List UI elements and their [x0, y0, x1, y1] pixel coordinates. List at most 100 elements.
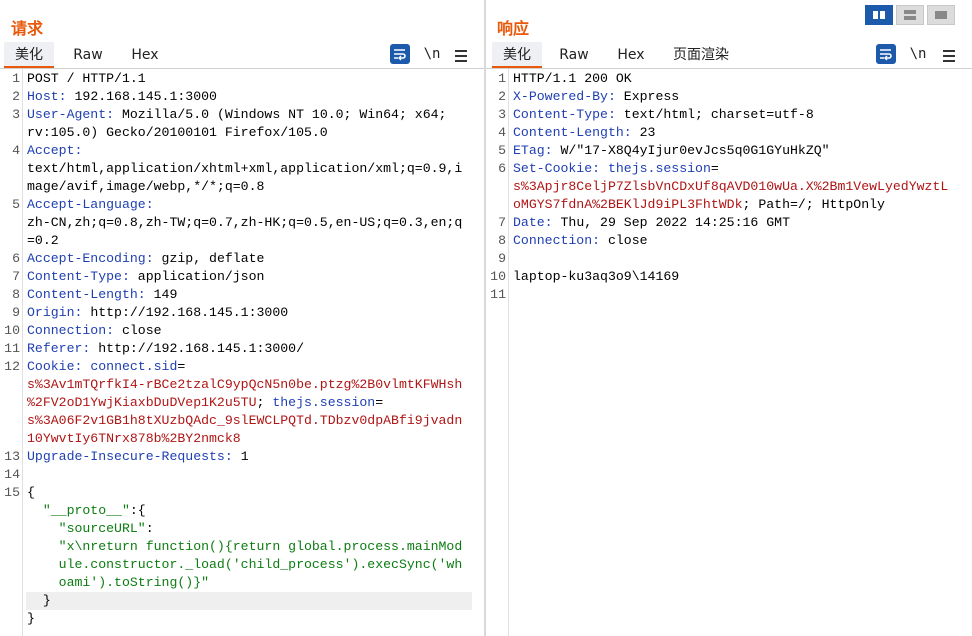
current-line-highlight: [26, 592, 472, 610]
tab-raw[interactable]: Raw: [550, 42, 598, 68]
line-content: Date: Thu, 29 Sep 2022 14:25:16 GMT: [513, 214, 790, 232]
tab-raw[interactable]: Raw: [64, 42, 112, 68]
header-value: text/html; charset=utf-8: [615, 107, 814, 122]
cookie-value: s%3A06F2v1GB1h8tXUzbQAdc_9slEWCLPQTd.TDb…: [27, 413, 463, 428]
cookie-name: connect.sid: [90, 359, 178, 374]
request-line: POST / HTTP/1.1: [27, 71, 146, 86]
header-value: text/html,application/xhtml+xml,applicat…: [27, 161, 463, 176]
header-name: Cookie: [27, 359, 75, 374]
line-content: s%3A06F2v1GB1h8tXUzbQAdc_9slEWCLPQTd.TDb…: [27, 412, 462, 430]
tab-pretty[interactable]: 美化: [4, 42, 54, 68]
cookie-name: thejs.session: [272, 395, 376, 410]
header-value: http://192.168.145.1:3000/: [90, 341, 305, 356]
line-number: 11: [4, 341, 20, 356]
header-value: :: [145, 521, 154, 536]
line-number: 14: [4, 467, 20, 482]
header-value: =0.2: [27, 233, 59, 248]
header-value: http://192.168.145.1:3000: [82, 305, 289, 320]
tab-pretty[interactable]: 美化: [492, 42, 542, 68]
line-content: "x\nreturn function(){return global.proc…: [27, 538, 463, 556]
tab-render[interactable]: 页面渲染: [668, 42, 734, 68]
line-number: 1: [498, 71, 506, 86]
line-number: 7: [498, 215, 506, 230]
line-content: =0.2: [27, 232, 59, 250]
header-colon: :: [106, 323, 115, 338]
header-value: Thu, 29 Sep 2022 14:25:16 GMT: [552, 215, 790, 230]
line-content: ule.constructor._load('child_process').e…: [27, 556, 463, 574]
line-number: 7: [12, 269, 20, 284]
menu-icon: [455, 50, 467, 52]
tab-hex[interactable]: Hex: [608, 42, 654, 68]
json-string: "__proto__": [27, 503, 130, 518]
header-colon: :: [607, 89, 616, 104]
line-content: Accept-Encoding: gzip, deflate: [27, 250, 264, 268]
header-colon: :: [58, 89, 67, 104]
header-name: Connection: [513, 233, 593, 248]
menu-button[interactable]: [454, 47, 468, 67]
header-value: 149: [145, 287, 178, 302]
line-content: Content-Type: text/html; charset=utf-8: [513, 106, 814, 124]
header-value: Mozilla/5.0 (Windows NT 10.0; Win64; x64…: [114, 107, 447, 122]
line-content: Content-Type: application/json: [27, 268, 264, 286]
header-colon: :: [623, 125, 632, 140]
tab-hex[interactable]: Hex: [122, 42, 168, 68]
header-value: rv:105.0) Gecko/20100101 Firefox/105.0: [27, 125, 328, 140]
wrap-toggle-button[interactable]: [876, 44, 896, 64]
header-value: =: [177, 359, 186, 374]
newline-toggle-button[interactable]: \n: [422, 44, 442, 64]
line-number: 8: [12, 287, 20, 302]
line-content: Set-Cookie: thejs.session=: [513, 160, 719, 178]
header-name: User-Agent: [27, 107, 107, 122]
layout-single-button[interactable]: [927, 5, 955, 25]
header-value: laptop-ku3aq3o9\14169: [513, 269, 680, 284]
header-value: 192.168.145.1:3000: [66, 89, 217, 104]
header-colon: :: [592, 161, 601, 176]
header-value: gzip, deflate: [153, 251, 265, 266]
header-value: 1: [232, 449, 249, 464]
header-colon: :: [544, 215, 553, 230]
request-title: 请求: [11, 19, 44, 38]
header-colon: :: [74, 143, 83, 158]
newline-toggle-button[interactable]: \n: [908, 44, 928, 64]
header-name: Host: [27, 89, 59, 104]
header-value: =: [375, 395, 384, 410]
line-content: HTTP/1.1 200 OK: [513, 70, 632, 88]
line-number: 6: [498, 161, 506, 176]
layout-stacked-button[interactable]: [896, 5, 924, 25]
menu-icon: [943, 50, 955, 52]
line-number: 12: [4, 359, 20, 374]
menu-button[interactable]: [942, 47, 956, 67]
line-number: 9: [12, 305, 20, 320]
request-line: HTTP/1.1 200 OK: [513, 71, 632, 86]
header-colon: :: [145, 251, 154, 266]
header-name: ETag: [513, 143, 545, 158]
line-content: rv:105.0) Gecko/20100101 Firefox/105.0: [27, 124, 328, 142]
wrap-icon: [394, 49, 406, 61]
line-content: "__proto__":{: [27, 502, 146, 520]
line-number: 11: [490, 287, 506, 302]
layout-split-button[interactable]: [865, 5, 893, 25]
request-editor[interactable]: 1 POST / HTTP/1.1 2 Host: 192.168.145.1:300…: [0, 69, 484, 636]
header-colon: :: [106, 107, 115, 122]
response-editor[interactable]: 1 HTTP/1.1 200 OK 2 X-Powered-By: Express 3 C…: [486, 69, 972, 636]
header-colon: :: [121, 269, 130, 284]
line-number: 13: [4, 449, 20, 464]
header-value: application/json: [129, 269, 265, 284]
wrap-toggle-button[interactable]: [390, 44, 410, 64]
line-content: s%3Av1mTQrfkI4-rBCe2tzalC9ypQcN5n0be.ptz…: [27, 376, 462, 394]
header-colon: :: [137, 287, 146, 302]
cookie-value: s%3Apjr8CeljP7ZlsbVnCDxUf8qAVD010wUa.X%2…: [513, 179, 949, 194]
line-content: mage/avif,image/webp,*/*;q=0.8: [27, 178, 264, 196]
line-number: 15: [4, 485, 20, 500]
header-value: :{: [129, 503, 146, 518]
response-title: 响应: [497, 19, 530, 38]
layout-toggle: [865, 5, 957, 25]
line-number: 10: [4, 323, 20, 338]
header-name: Accept-Language: [27, 197, 146, 212]
line-content: User-Agent: Mozilla/5.0 (Windows NT 10.0…: [27, 106, 446, 124]
header-name: Connection: [27, 323, 107, 338]
line-content: Accept-Language:: [27, 196, 154, 214]
line-content: ETag: W/"17-X8Q4yIjur0evJcs5q0G1GYuHkZQ": [513, 142, 830, 160]
line-content: {: [27, 484, 35, 502]
request-pane: 请求 美化 Raw Hex \n 1 POST / HTTP/1.1 2 Host: …: [0, 0, 484, 636]
